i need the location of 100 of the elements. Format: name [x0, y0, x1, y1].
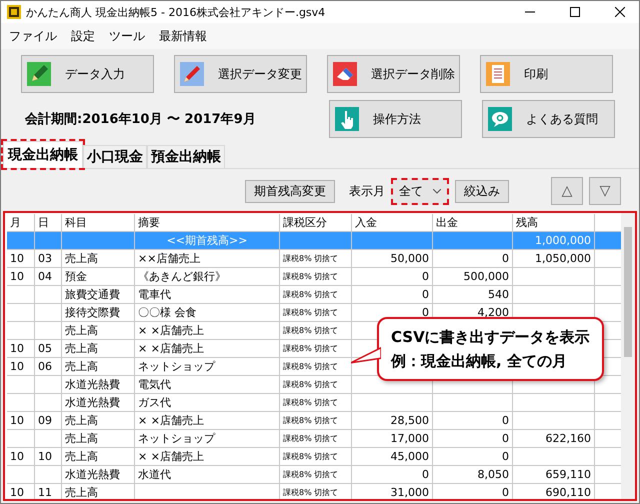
table-cell: 10 — [7, 268, 35, 285]
table-cell: 課税8% 切捨て — [280, 304, 352, 321]
table-cell: 10 — [7, 340, 35, 357]
table-row[interactable]: 売上高 ネットショップ 課税8% 切捨て 17,000 0 622,160 — [7, 430, 621, 448]
table-cell: 旅費交通費 — [62, 286, 135, 303]
tab[interactable]: 小口現金 — [83, 145, 147, 168]
down-button[interactable]: ▽ — [589, 177, 621, 205]
table-cell: 17,000 — [352, 430, 433, 447]
column-header[interactable]: 出金 — [433, 214, 513, 231]
table-cell: ××店舗売上 — [135, 250, 280, 267]
table-cell: 0 — [433, 412, 513, 429]
table-cell: 課税8% 切捨て — [280, 430, 352, 447]
table-cell: 売上高 — [62, 340, 135, 357]
app-icon — [7, 5, 21, 19]
eraser-icon — [333, 62, 357, 86]
table-cell: × ×店舗売上 — [135, 340, 280, 357]
toolbar-button[interactable]: 印刷 — [480, 55, 613, 93]
table-row[interactable]: 水道光熱費 水道代 課税8% 切捨て 0 8,050 659,110 — [7, 466, 621, 484]
toolbar-button[interactable]: 選択データ削除 — [327, 55, 460, 93]
table-cell: 659,110 — [513, 466, 595, 483]
close-icon[interactable] — [615, 7, 625, 17]
table-row[interactable]: 水道光熱費 ガス代 課税8% 切捨て — [7, 394, 621, 412]
table-cell: 電車代 — [135, 286, 280, 303]
tab[interactable]: 現金出納帳 — [3, 141, 83, 168]
table-cell: 課税8% 切捨て — [280, 484, 352, 499]
table-cell: ネットショップ — [135, 358, 280, 375]
table-cell: 売上高 — [62, 430, 135, 447]
table-cell: 1,000,000 — [513, 232, 595, 249]
menu-item[interactable]: 設定 — [71, 28, 95, 44]
toolbar-button[interactable]: データ入力 — [21, 55, 154, 93]
table-cell: 10 — [7, 358, 35, 375]
tab[interactable]: 預金出納帳 — [147, 145, 225, 168]
up-button[interactable]: △ — [551, 177, 583, 205]
table-cell: 課税8% 切捨て — [280, 412, 352, 429]
column-header[interactable]: 課税区分 — [280, 214, 352, 231]
menu-item[interactable]: ツール — [109, 28, 145, 44]
table-row[interactable]: 旅費交通費 電車代 課税8% 切捨て 0 540 — [7, 286, 621, 304]
table-cell: × ×店舗売上 — [135, 322, 280, 339]
column-header[interactable]: 日 — [35, 214, 62, 231]
table-cell: 05 — [35, 340, 62, 357]
column-header[interactable]: 月 — [7, 214, 35, 231]
table-row[interactable]: 10 10 売上高 × ×店舗売上 課税8% 切捨て 45,000 0 — [7, 448, 621, 466]
table-cell: 課税8% 切捨て — [280, 286, 352, 303]
table-cell: 0 — [352, 286, 433, 303]
table-cell: 《あきんど銀行》 — [135, 268, 280, 285]
menu-item[interactable]: 最新情報 — [159, 28, 207, 44]
document-icon — [486, 62, 510, 86]
table-cell: 0 — [433, 250, 513, 267]
table-row[interactable]: 10 09 売上高 × ×店舗売上 課税8% 切捨て 28,500 0 — [7, 412, 621, 430]
table-cell: 課税8% 切捨て — [280, 448, 352, 465]
table-cell: 500,000 — [433, 268, 513, 285]
column-header[interactable]: 残高 — [513, 214, 595, 231]
table-cell: 売上高 — [62, 412, 135, 429]
table-cell: 622,160 — [513, 430, 595, 447]
accounting-period: 会計期間:2016年10月 〜 2017年9月 — [25, 110, 257, 128]
table-cell: × ×店舗売上 — [135, 412, 280, 429]
speech-bubble-icon — [488, 107, 512, 131]
table-cell: 接待交際費 — [62, 304, 135, 321]
toolbar-button[interactable]: 選択データ変更 — [174, 55, 307, 93]
table-cell: 09 — [35, 412, 62, 429]
table-cell: 04 — [35, 268, 62, 285]
table-cell: <<期首残高>> — [135, 232, 280, 249]
table-cell: 540 — [433, 286, 513, 303]
table-cell: 売上高 — [62, 358, 135, 375]
table-cell: 31,000 — [352, 484, 433, 499]
table-cell: 〇〇様 会食 — [135, 304, 280, 321]
column-header[interactable]: 摘要 — [135, 214, 280, 231]
table-cell: 45,000 — [352, 448, 433, 465]
table-cell: 売上高 — [62, 448, 135, 465]
table-cell: 03 — [35, 250, 62, 267]
menu-item[interactable]: ファイル — [9, 28, 57, 44]
vertical-scrollbar[interactable] — [621, 213, 635, 499]
table-cell: 水道光熱費 — [62, 394, 135, 411]
table-cell: 課税8% 切捨て — [280, 394, 352, 411]
help-button[interactable]: 操作方法 — [329, 100, 462, 138]
month-label: 表示月 — [349, 182, 385, 200]
window-title: かんたん商人 現金出納帳5 - 2016株式会社アキンドー.gsv4 — [26, 4, 326, 20]
table-cell: 課税8% 切捨て — [280, 340, 352, 357]
table-cell: 水道代 — [135, 466, 280, 483]
table-cell: 課税8% 切捨て — [280, 250, 352, 267]
table-cell: ネットショップ — [135, 430, 280, 447]
table-cell: × ×店舗売上 — [135, 448, 280, 465]
table-cell: 売上高 — [62, 484, 135, 499]
table-row[interactable]: 10 04 預金 《あきんど銀行》 課税8% 切捨て 0 500,000 — [7, 268, 621, 286]
column-header[interactable]: 入金 — [352, 214, 433, 231]
table-cell: 課税8% 切捨て — [280, 466, 352, 483]
opening-balance-button[interactable]: 期首残高変更 — [245, 180, 335, 202]
filter-button[interactable]: 絞込み — [455, 180, 509, 202]
table-cell: 10 — [35, 448, 62, 465]
table-cell: 10 — [7, 448, 35, 465]
table-cell: 0 — [433, 484, 513, 499]
help-button[interactable]: よくある質問 — [482, 100, 615, 138]
table-cell: 10 — [7, 250, 35, 267]
table-row[interactable]: 10 03 売上高 ××店舗売上 課税8% 切捨て 50,000 0 1,050,000 — [7, 250, 621, 268]
table-cell: 50,000 — [352, 250, 433, 267]
chevron-down-icon — [433, 188, 441, 194]
column-header[interactable]: 科目 — [62, 214, 135, 231]
table-cell: 水道光熱費 — [62, 376, 135, 393]
maximize-icon[interactable] — [570, 7, 580, 17]
month-dropdown[interactable]: 全て — [391, 178, 449, 204]
